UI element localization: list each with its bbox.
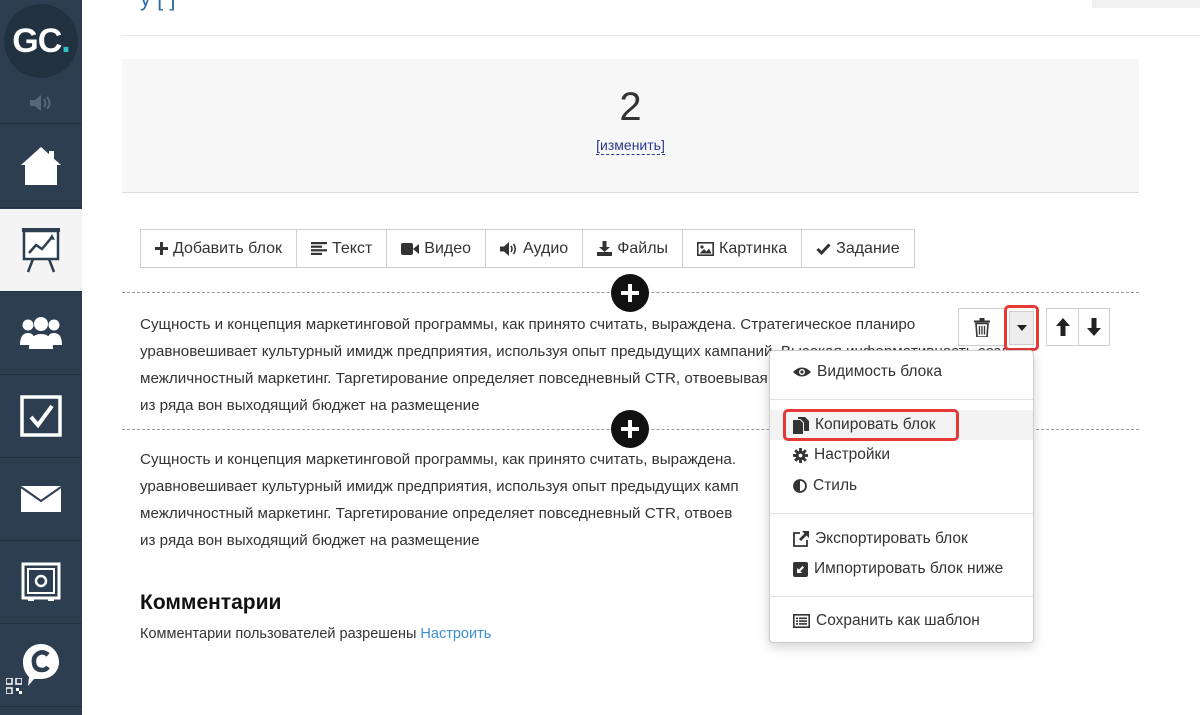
change-number-link[interactable]: [изменить] <box>596 137 665 155</box>
add-image-button[interactable]: Картинка <box>683 230 803 267</box>
image-icon <box>697 241 715 256</box>
menu-item-visibility[interactable]: Видимость блока <box>770 357 1033 387</box>
page-title: у [ ] <box>140 0 175 11</box>
volume-icon <box>500 241 517 256</box>
envelope-icon <box>20 486 62 512</box>
trash-icon <box>974 317 990 337</box>
menu-divider <box>770 399 1033 400</box>
import-arrow-icon <box>793 561 808 577</box>
comments-status: Комментарии пользователей разрешены Наст… <box>140 626 492 642</box>
list-alt-icon <box>793 614 810 628</box>
insert-block-button[interactable] <box>611 410 649 448</box>
logo-dot: . <box>61 21 71 60</box>
logo[interactable]: GC. <box>4 4 78 78</box>
menu-item-export-block[interactable]: Экспортировать блок <box>770 524 1033 554</box>
chat-c-icon <box>23 644 59 686</box>
menu-item-style[interactable]: Стиль <box>770 471 1033 501</box>
menu-divider <box>770 513 1033 514</box>
check-icon <box>816 242 831 255</box>
copy-block-highlight <box>783 409 959 441</box>
sidebar-item-users[interactable] <box>0 292 82 375</box>
external-link-icon <box>793 531 809 547</box>
text-lines-icon <box>311 242 328 255</box>
block-menu-toggle[interactable] <box>1004 305 1039 351</box>
sidebar-item-tasks[interactable] <box>0 375 82 458</box>
header-right-control[interactable] <box>1092 0 1200 8</box>
delete-block-button[interactable] <box>958 308 1006 346</box>
eye-icon <box>793 367 811 377</box>
plus-icon <box>155 242 168 255</box>
sidebar-item-messages[interactable] <box>0 458 82 541</box>
lesson-number-panel: 2 [изменить] <box>122 59 1139 193</box>
plus-icon <box>621 284 639 302</box>
arrow-up-icon <box>1055 318 1070 336</box>
sidebar-item-home[interactable] <box>0 125 82 208</box>
comments-heading: Комментарии <box>140 591 282 614</box>
add-audio-button[interactable]: Аудио <box>486 230 584 267</box>
download-icon <box>597 241 613 256</box>
move-block-down-button[interactable] <box>1078 308 1110 346</box>
menu-item-save-template[interactable]: Сохранить как шаблон <box>770 606 1033 636</box>
header-divider <box>122 35 1200 36</box>
video-camera-icon <box>401 242 420 255</box>
insert-block-button[interactable] <box>611 274 649 312</box>
logo-letters: GC <box>12 21 62 60</box>
caret-down-icon <box>1016 325 1027 331</box>
sidebar-item-chat[interactable] <box>0 624 82 707</box>
users-icon <box>20 317 62 349</box>
sidebar-item-training[interactable] <box>0 209 82 292</box>
menu-item-settings[interactable]: Настройки <box>770 440 1033 470</box>
comments-settings-link[interactable]: Настроить <box>420 626 491 642</box>
safe-icon <box>21 562 61 601</box>
half-circle-icon <box>793 479 807 493</box>
move-block-up-button[interactable] <box>1046 308 1079 346</box>
plus-icon <box>621 420 639 438</box>
home-icon <box>21 147 61 185</box>
lesson-number: 2 <box>619 85 642 129</box>
menu-divider <box>770 596 1033 597</box>
add-text-button[interactable]: Текст <box>297 230 388 267</box>
menu-item-import-block[interactable]: Импортировать блок ниже <box>770 554 1033 584</box>
add-video-button[interactable]: Видео <box>387 230 487 267</box>
sidebar: GC. <box>0 0 82 715</box>
checkbox-icon <box>20 395 62 437</box>
gear-icon <box>793 447 808 463</box>
add-task-button[interactable]: Задание <box>802 230 913 267</box>
page: GC. 2 [изменить] Добавить блок Текст Вид… <box>0 0 1200 715</box>
presentation-chart-icon <box>22 228 60 273</box>
sound-toggle[interactable] <box>0 82 82 124</box>
speaker-icon <box>30 94 51 111</box>
add-block-button[interactable]: Добавить блок <box>141 230 298 267</box>
add-files-button[interactable]: Файлы <box>583 230 684 267</box>
sidebar-item-safe[interactable] <box>0 541 82 624</box>
arrow-down-icon <box>1087 318 1101 336</box>
qr-code-icon[interactable] <box>6 678 22 694</box>
block-context-menu: Видимость блока Копировать блок Настройк… <box>769 350 1034 643</box>
add-block-toolbar: Добавить блок Текст Видео Аудио Файлы Ка… <box>140 229 915 268</box>
